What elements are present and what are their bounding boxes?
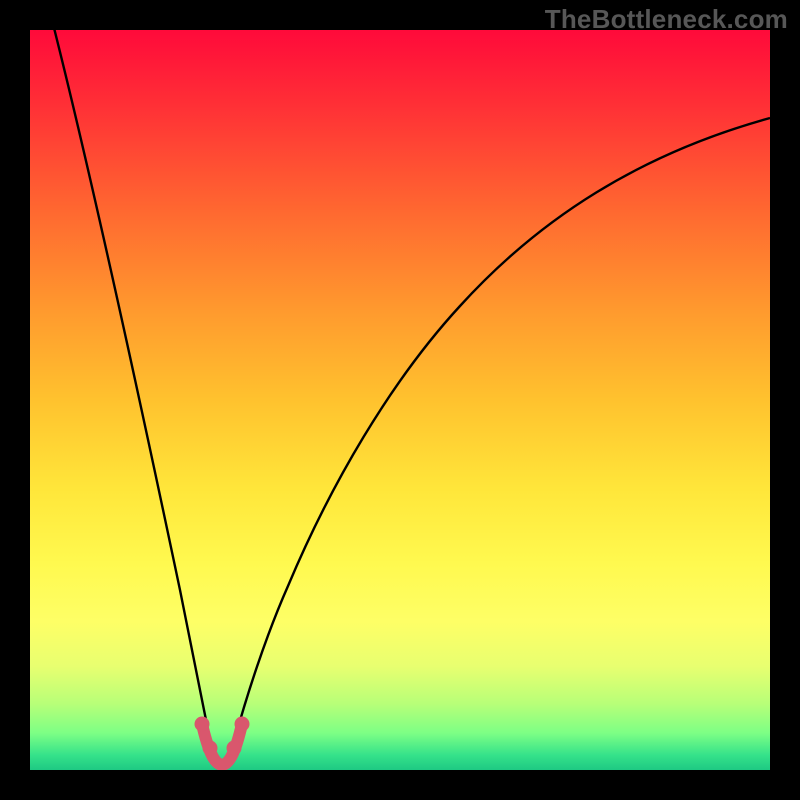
chart-svg <box>30 30 770 770</box>
bottleneck-curve <box>52 30 770 765</box>
highlight-dot-right-2 <box>227 741 242 756</box>
chart-frame: TheBottleneck.com <box>0 0 800 800</box>
highlight-dot-left <box>195 717 210 732</box>
plot-area <box>30 30 770 770</box>
highlight-dot-left-2 <box>203 741 218 756</box>
highlight-dot-right <box>235 717 250 732</box>
